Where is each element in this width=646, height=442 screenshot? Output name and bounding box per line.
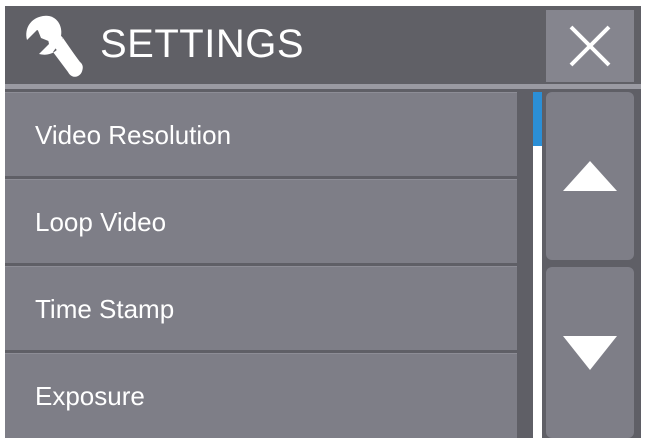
scrollbar[interactable] — [533, 92, 542, 438]
close-button[interactable] — [546, 10, 634, 82]
up-arrow-icon — [563, 161, 617, 191]
list-item-loop-video[interactable]: Loop Video — [5, 179, 517, 263]
scroll-up-button[interactable] — [546, 92, 634, 260]
settings-screen: SETTINGS Video Resolution Loop Video Tim… — [5, 6, 641, 438]
header-divider — [5, 84, 641, 89]
scroll-down-button[interactable] — [546, 267, 634, 438]
page-title: SETTINGS — [100, 22, 305, 66]
close-icon — [569, 25, 611, 67]
scrollbar-thumb[interactable] — [533, 92, 542, 146]
wrench-icon — [26, 15, 83, 77]
settings-header: SETTINGS — [5, 6, 641, 84]
settings-list: Video Resolution Loop Video Time Stamp E… — [5, 92, 517, 438]
list-item-time-stamp[interactable]: Time Stamp — [5, 266, 517, 350]
list-item-video-resolution[interactable]: Video Resolution — [5, 92, 517, 176]
list-item-exposure[interactable]: Exposure — [5, 353, 517, 438]
down-arrow-icon — [563, 335, 617, 370]
